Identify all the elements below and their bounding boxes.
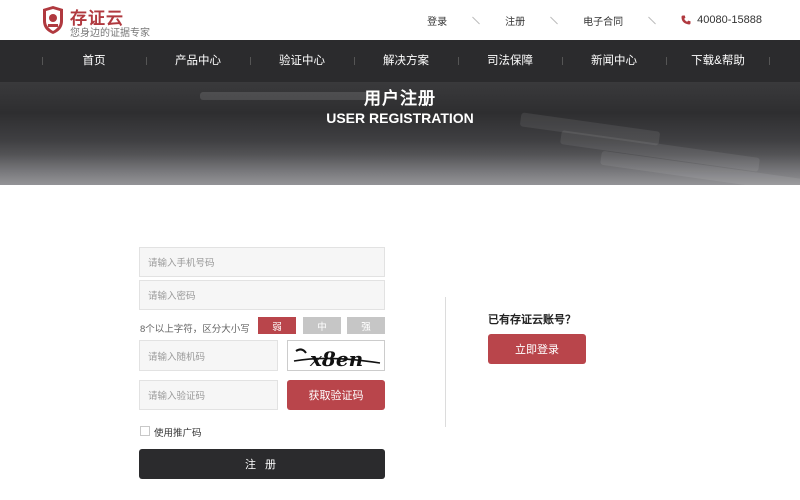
brand-logo-icon[interactable] xyxy=(42,5,64,35)
sms-code-input[interactable]: 请输入验证码 xyxy=(139,380,278,410)
hotline-number: 40080-15888 xyxy=(697,14,762,26)
nav-item-verification[interactable]: 验证中心 xyxy=(250,40,354,82)
vertical-divider xyxy=(445,297,446,427)
referral-label[interactable]: 使用推广码 xyxy=(154,425,202,439)
link-separator xyxy=(550,16,559,24)
phone-icon xyxy=(681,15,691,25)
phone-input[interactable]: 请输入手机号码 xyxy=(139,247,385,277)
strength-strong: 强 xyxy=(347,317,385,334)
have-account-text: 已有存证云账号？ xyxy=(488,314,576,326)
nav-item-judicial[interactable]: 司法保障 xyxy=(458,40,562,82)
top-links: 登录 注册 电子合同 40080-15888 xyxy=(427,0,762,40)
nav-item-products[interactable]: 产品中心 xyxy=(146,40,250,82)
referral-checkbox[interactable] xyxy=(140,426,150,436)
main-nav: 首页 产品中心 验证中心 解决方案 司法保障 新闻中心 下载&帮助 xyxy=(0,40,800,82)
brand-slogan: 您身边的证据专家 xyxy=(70,28,150,39)
link-separator xyxy=(472,16,481,24)
site-header: 存证云 您身边的证据专家 登录 注册 电子合同 40080-15888 xyxy=(0,0,800,40)
strength-weak: 弱 xyxy=(258,317,296,334)
phone-placeholder: 请输入手机号码 xyxy=(148,258,215,269)
password-input[interactable]: 请输入密码 xyxy=(139,280,385,310)
captcha-noise: x8en xyxy=(293,347,381,371)
nav-item-download-help[interactable]: 下载&帮助 xyxy=(666,40,770,82)
strength-medium: 中 xyxy=(303,317,341,334)
captcha-image[interactable]: x8en xyxy=(287,340,385,371)
nav-item-solutions[interactable]: 解决方案 xyxy=(354,40,458,82)
get-code-button[interactable]: 获取验证码 xyxy=(287,380,385,410)
e-contract-link[interactable]: 电子合同 xyxy=(583,13,623,28)
register-link[interactable]: 注册 xyxy=(505,13,525,28)
random-code-input[interactable]: 请输入随机码 xyxy=(139,340,278,371)
nav-item-home[interactable]: 首页 xyxy=(42,40,146,82)
password-hint: 8个以上字符，区分大小写 xyxy=(140,324,250,335)
nav-item-news[interactable]: 新闻中心 xyxy=(562,40,666,82)
hotline: 40080-15888 xyxy=(681,14,762,26)
banner-shine xyxy=(0,140,800,185)
login-link[interactable]: 登录 xyxy=(427,13,447,28)
sms-code-placeholder: 请输入验证码 xyxy=(148,391,206,402)
captcha-text: x8en xyxy=(309,347,363,371)
page-subtitle: USER REGISTRATION xyxy=(326,110,474,126)
register-button[interactable]: 注 册 xyxy=(139,449,385,479)
random-code-placeholder: 请输入随机码 xyxy=(148,351,206,363)
password-placeholder: 请输入密码 xyxy=(148,291,196,302)
hero-banner: 用户注册 USER REGISTRATION xyxy=(0,82,800,185)
link-separator xyxy=(648,16,657,24)
login-now-button[interactable]: 立即登录 xyxy=(488,334,586,364)
page-title: 用户注册 xyxy=(364,89,436,108)
